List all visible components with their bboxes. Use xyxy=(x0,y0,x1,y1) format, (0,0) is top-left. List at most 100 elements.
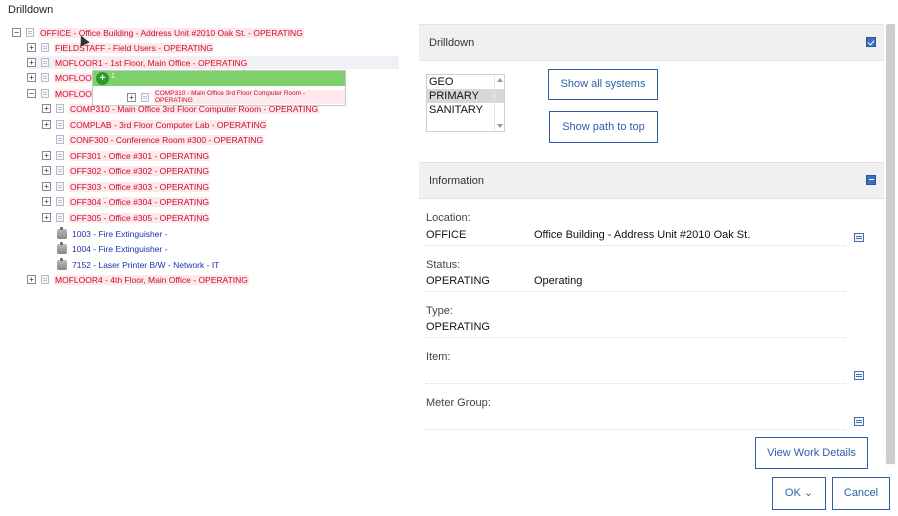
detail-menu-icon[interactable] xyxy=(854,417,864,426)
field-underline xyxy=(426,429,846,430)
location-icon xyxy=(56,151,64,160)
expand-icon[interactable]: + xyxy=(42,213,51,222)
expand-icon[interactable]: + xyxy=(42,197,51,206)
tree-node-label[interactable]: OFF304 - Office #304 - OPERATING xyxy=(69,196,211,207)
tree-node-conf300[interactable]: CONF300 - Conference Room #300 - OPERATI… xyxy=(42,133,265,146)
detail-menu-icon[interactable] xyxy=(854,233,864,242)
collapse-icon[interactable]: − xyxy=(27,89,36,98)
fire-extinguisher-icon xyxy=(57,241,67,254)
tree-node-off302[interactable]: + OFF302 - Office #302 - OPERATING xyxy=(42,164,211,177)
tree-node-label[interactable]: 1004 - Fire Extinguisher - xyxy=(71,244,168,254)
expand-icon[interactable]: + xyxy=(27,275,36,284)
information-section-header: Information xyxy=(419,162,884,199)
tree-node-label[interactable]: 7152 - Laser Printer B/W - Network - IT xyxy=(71,260,220,270)
tree-node-label[interactable]: MOFLOOR1 - 1st Floor, Main Office - OPER… xyxy=(54,57,249,68)
location-icon xyxy=(56,166,64,175)
tree-node-fieldstaff[interactable]: + FIELDSTAFF - Field Users - OPERATING xyxy=(27,41,214,54)
printer-icon xyxy=(57,257,67,270)
tree-node-label[interactable]: OFF301 - Office #301 - OPERATING xyxy=(69,150,211,161)
meter-group-label: Meter Group: xyxy=(426,397,491,409)
location-icon xyxy=(56,135,64,144)
tree-node-off305[interactable]: + OFF305 - Office #305 - OPERATING xyxy=(42,211,211,224)
listbox-option[interactable]: GEO xyxy=(427,75,504,89)
expand-icon[interactable]: + xyxy=(42,120,51,129)
drag-preview-row: + COMP310 - Main Office 3rd Floor Comput… xyxy=(127,90,345,104)
tree-node-mofloor3[interactable]: − MOFLOOI xyxy=(27,87,96,100)
tree-node-label[interactable]: FIELDSTAFF - Field Users - OPERATING xyxy=(54,42,214,53)
tree-node-label[interactable]: MOFLOOR4 - 4th Floor, Main Office - OPER… xyxy=(54,274,249,285)
location-icon xyxy=(41,58,49,67)
chevron-down-icon: ⌄ xyxy=(803,487,814,499)
collapse-icon[interactable]: − xyxy=(12,28,21,37)
drag-count: 1 xyxy=(111,73,115,80)
location-icon xyxy=(56,104,64,113)
drag-label: COMP310 - Main Office 3rd Floor Computer… xyxy=(154,90,345,104)
tree-node-label[interactable]: OFF303 - Office #303 - OPERATING xyxy=(69,181,211,192)
expand-icon: + xyxy=(127,92,136,102)
view-work-details-button[interactable]: View Work Details xyxy=(755,437,868,469)
location-icon xyxy=(141,92,149,102)
detail-panel: Drilldown GEO PRIMARY SANITARY Show all … xyxy=(419,24,884,516)
location-icon xyxy=(56,120,64,129)
tree-node-off301[interactable]: + OFF301 - Office #301 - OPERATING xyxy=(42,149,211,162)
type-value: OPERATING xyxy=(426,321,490,333)
listbox-scrollbar[interactable] xyxy=(494,75,504,131)
dialog-title: Drilldown xyxy=(8,4,54,16)
expand-icon[interactable]: + xyxy=(27,43,36,52)
detail-menu-icon[interactable] xyxy=(854,371,864,380)
cancel-button[interactable]: Cancel xyxy=(832,477,890,510)
tree-node-label[interactable]: OFF305 - Office #305 - OPERATING xyxy=(69,212,211,223)
drag-preview-band: + 1 xyxy=(93,71,345,86)
collapse-icon[interactable] xyxy=(866,175,876,185)
tree-node-label[interactable]: 1003 - Fire Extinguisher - xyxy=(71,229,168,239)
status-value: OPERATING xyxy=(426,275,490,287)
field-underline xyxy=(426,291,846,292)
ok-button[interactable]: OK ⌄ xyxy=(772,477,826,510)
tree-node-off303[interactable]: + OFF303 - Office #303 - OPERATING xyxy=(42,180,211,193)
tree-node-label[interactable]: MOFLOOI xyxy=(54,88,96,99)
checkbox-icon[interactable] xyxy=(866,37,876,47)
show-path-to-top-button[interactable]: Show path to top xyxy=(549,111,658,143)
listbox-option-selected[interactable]: PRIMARY xyxy=(427,89,504,103)
tree-node-label[interactable]: COMPLAB - 3rd Floor Computer Lab - OPERA… xyxy=(69,119,268,130)
location-icon xyxy=(56,197,64,206)
tree-node-label[interactable]: MOFLOOI xyxy=(54,72,96,83)
item-label: Item: xyxy=(426,351,451,363)
panel-scrollbar[interactable] xyxy=(884,24,896,469)
listbox-option[interactable]: SANITARY xyxy=(427,103,504,117)
field-underline xyxy=(426,337,846,338)
location-icon xyxy=(41,89,49,98)
information-header: Information xyxy=(429,175,485,187)
tree-node-label[interactable]: OFF302 - Office #302 - OPERATING xyxy=(69,165,211,176)
tree-node-asset-1004[interactable]: 1004 - Fire Extinguisher - xyxy=(57,241,168,255)
location-icon xyxy=(56,213,64,222)
field-underline xyxy=(426,383,846,384)
ok-label: OK xyxy=(784,487,801,499)
tree-node-asset-7152[interactable]: 7152 - Laser Printer B/W - Network - IT xyxy=(57,257,220,271)
leaf-spacer xyxy=(42,135,51,144)
expand-icon[interactable]: + xyxy=(27,73,36,82)
expand-icon[interactable]: + xyxy=(42,151,51,160)
location-value: OFFICE xyxy=(426,229,467,241)
location-description: Office Building - Address Unit #2010 Oak… xyxy=(534,229,751,241)
system-listbox[interactable]: GEO PRIMARY SANITARY xyxy=(426,74,505,132)
status-label: Status: xyxy=(426,259,461,271)
tree-node-mofloor2[interactable]: + MOFLOOI xyxy=(27,71,96,84)
drilldown-header: Drilldown xyxy=(429,37,475,49)
tree-node-label[interactable]: CONF300 - Conference Room #300 - OPERATI… xyxy=(69,134,265,145)
expand-icon[interactable]: + xyxy=(27,58,36,67)
expand-icon[interactable]: + xyxy=(42,104,51,113)
expand-icon[interactable]: + xyxy=(42,182,51,191)
tree-node-complab[interactable]: + COMPLAB - 3rd Floor Computer Lab - OPE… xyxy=(42,118,268,131)
location-icon xyxy=(41,275,49,284)
scrollbar-thumb[interactable] xyxy=(886,24,895,464)
tree-node-off304[interactable]: + OFF304 - Office #304 - OPERATING xyxy=(42,195,211,208)
tree-node-mofloor1[interactable]: + MOFLOOR1 - 1st Floor, Main Office - OP… xyxy=(27,56,399,69)
tree-node-asset-1003[interactable]: 1003 - Fire Extinguisher - xyxy=(57,226,168,240)
show-all-systems-button[interactable]: Show all systems xyxy=(548,69,658,100)
expand-icon[interactable]: + xyxy=(42,166,51,175)
type-label: Type: xyxy=(426,305,453,317)
tree-node-office[interactable]: − OFFICE - Office Building - Address Uni… xyxy=(12,26,304,39)
fire-extinguisher-icon xyxy=(57,226,67,239)
tree-node-mofloor4[interactable]: + MOFLOOR4 - 4th Floor, Main Office - OP… xyxy=(27,273,249,286)
